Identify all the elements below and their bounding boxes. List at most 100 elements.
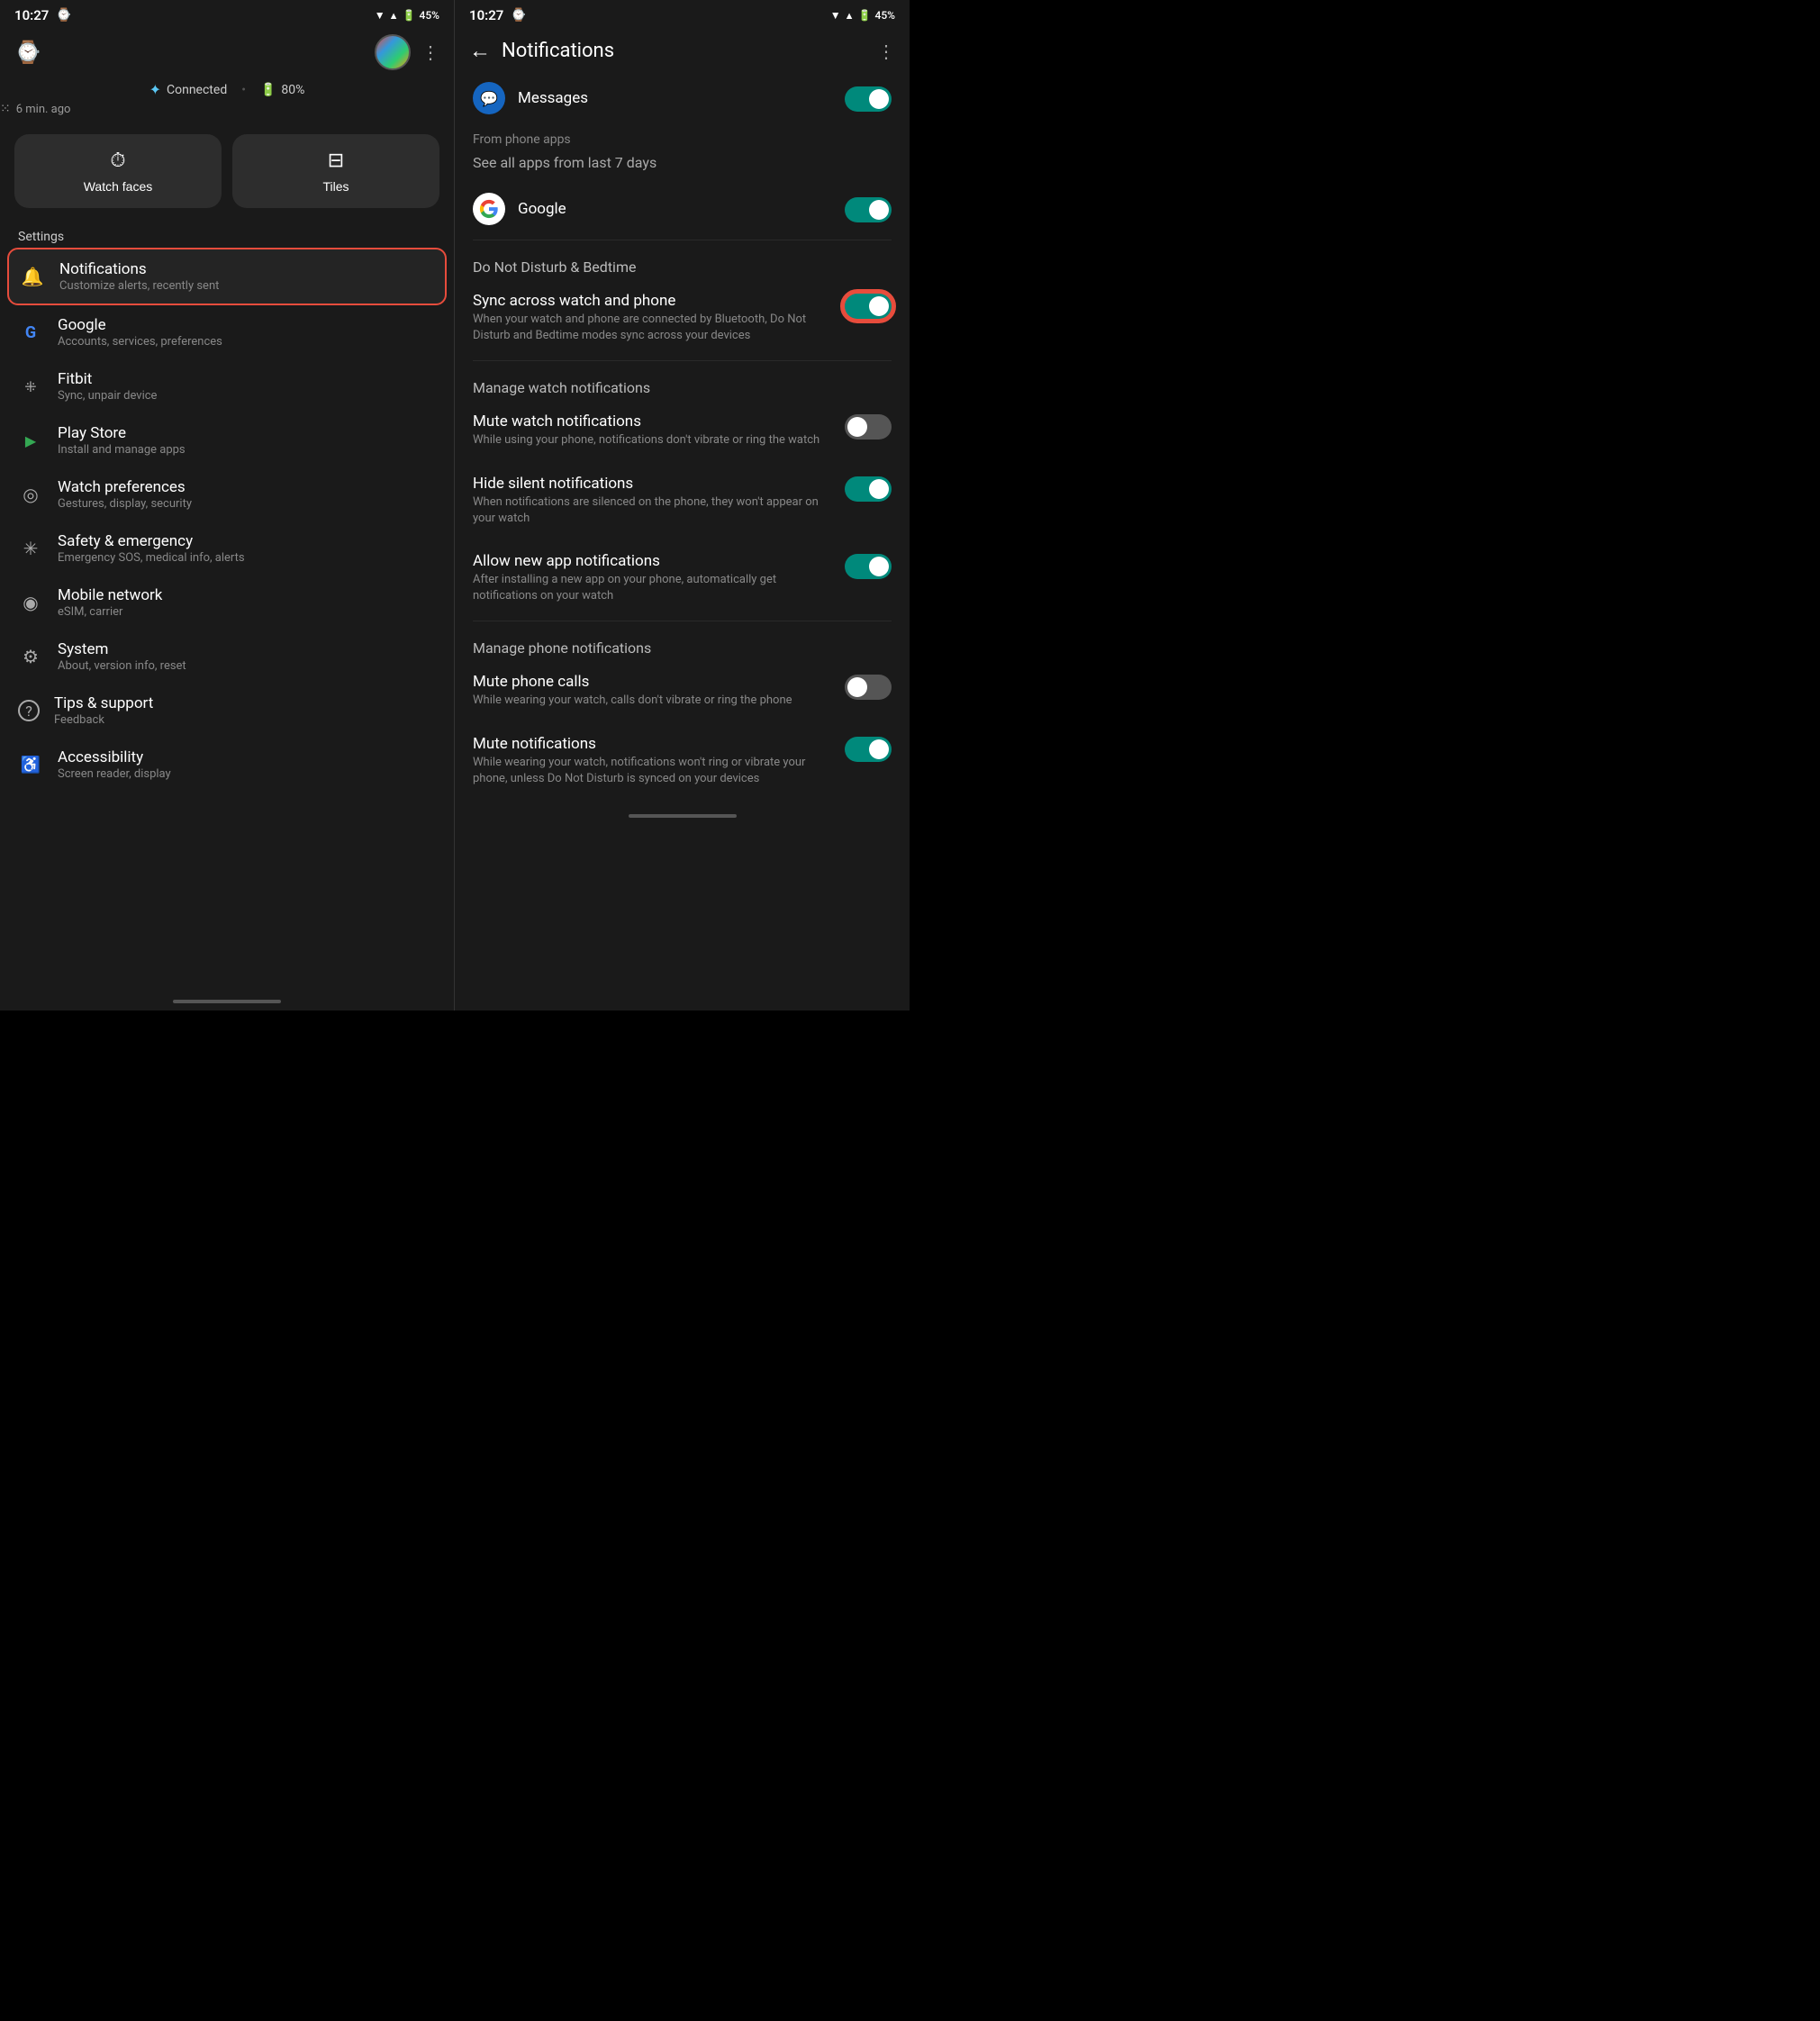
settings-item-google[interactable]: G Google Accounts, services, preferences: [7, 305, 447, 359]
settings-item-play-store[interactable]: ▶ Play Store Install and manage apps: [7, 413, 447, 467]
watch-faces-button[interactable]: ⏱ Watch faces: [14, 134, 222, 208]
bluetooth-icon: ✦: [149, 81, 161, 98]
back-button[interactable]: ← Notifications: [469, 38, 614, 64]
grid-icon: ⁙: [0, 102, 11, 116]
system-subtitle: About, version info, reset: [58, 659, 436, 673]
watch-faces-icon: ⌚: [14, 40, 41, 65]
fitbit-text: Fitbit Sync, unpair device: [58, 370, 436, 403]
left-status-bar: 10:27 ⌚ ▼ ▲ 🔋 45%: [0, 0, 454, 27]
fitbit-title: Fitbit: [58, 370, 436, 388]
google-app-icon: [473, 193, 505, 225]
hide-silent-toggle[interactable]: [845, 476, 892, 502]
left-time: 10:27: [14, 7, 49, 23]
allow-new-app-toggle-container: [845, 552, 892, 579]
watch-preferences-icon: ◎: [18, 482, 43, 507]
mute-watch-subtitle: While using your phone, notifications do…: [473, 432, 834, 449]
tips-title: Tips & support: [54, 694, 436, 712]
from-phone-apps-label: From phone apps: [455, 125, 910, 150]
right-panel: 10:27 ⌚ ▼ ▲ 🔋 45% ← Notifications ⋮ 💬 Me…: [455, 0, 910, 1010]
accessibility-text: Accessibility Screen reader, display: [58, 748, 436, 781]
safety-title: Safety & emergency: [58, 532, 436, 550]
quick-actions: ⏱ Watch faces ⊟ Tiles: [0, 127, 454, 222]
messages-icon-glyph: 💬: [480, 90, 498, 107]
connected-status: ✦ Connected • 🔋 80% ⁙ 6 min. ago: [0, 77, 454, 127]
messages-app-icon: 💬: [473, 82, 505, 114]
settings-item-system[interactable]: ⚙ System About, version info, reset: [7, 630, 447, 684]
mute-calls-toggle[interactable]: [845, 675, 892, 700]
manage-phone-label: Manage phone notifications: [455, 625, 910, 660]
settings-item-tips[interactable]: ? Tips & support Feedback: [7, 684, 447, 738]
play-store-subtitle: Install and manage apps: [58, 443, 436, 457]
fitbit-subtitle: Sync, unpair device: [58, 389, 436, 403]
google-toggle[interactable]: [845, 197, 892, 222]
settings-item-watch-preferences[interactable]: ◎ Watch preferences Gestures, display, s…: [7, 467, 447, 521]
left-status-icons: ▼ ▲ 🔋 45%: [375, 9, 439, 22]
wifi-icon: ▼: [375, 9, 385, 22]
settings-item-accessibility[interactable]: ♿ Accessibility Screen reader, display: [7, 738, 447, 792]
manage-watch-label: Manage watch notifications: [455, 365, 910, 400]
google-subtitle: Accounts, services, preferences: [58, 335, 436, 349]
mute-calls-row[interactable]: Mute phone calls While wearing your watc…: [455, 660, 910, 721]
google-title: Google: [58, 316, 436, 334]
tiles-button[interactable]: ⊟ Tiles: [232, 134, 439, 208]
watch-preferences-title: Watch preferences: [58, 478, 436, 496]
back-arrow-icon: ←: [469, 38, 491, 64]
sync-row[interactable]: Sync across watch and phone When your wa…: [455, 279, 910, 357]
mute-notifs-row[interactable]: Mute notifications While wearing your wa…: [455, 722, 910, 800]
avatar[interactable]: [375, 34, 411, 70]
right-battery-pct: 45%: [875, 9, 895, 22]
system-icon: ⚙: [18, 644, 43, 669]
mute-calls-toggle-container: [845, 673, 892, 700]
google-toggle-thumb: [869, 200, 889, 220]
sync-toggle-container: [845, 292, 892, 319]
signal-icon: ▲: [389, 10, 399, 22]
play-store-icon: ▶: [18, 428, 43, 453]
mute-calls-subtitle: While wearing your watch, calls don't vi…: [473, 693, 834, 709]
mute-calls-toggle-thumb: [847, 677, 867, 697]
messages-toggle[interactable]: [845, 86, 892, 112]
right-watch-icon: ⌚: [511, 8, 526, 23]
battery-watch-icon: 🔋: [260, 83, 276, 97]
sync-toggle[interactable]: [845, 294, 892, 319]
mute-calls-content: Mute phone calls While wearing your watc…: [473, 673, 834, 709]
connected-label: Connected: [167, 83, 227, 97]
hide-silent-subtitle: When notifications are silenced on the p…: [473, 494, 834, 527]
watch-faces-button-icon: ⏱: [110, 149, 125, 172]
settings-item-fitbit[interactable]: ⁜ Fitbit Sync, unpair device: [7, 359, 447, 413]
messages-toggle-container: [845, 85, 892, 112]
settings-item-safety[interactable]: ✳ Safety & emergency Emergency SOS, medi…: [7, 521, 447, 575]
mute-notifs-title: Mute notifications: [473, 735, 834, 753]
see-all-label[interactable]: See all apps from last 7 days: [455, 150, 910, 182]
google-toggle-container: [845, 195, 892, 222]
mute-watch-toggle-thumb: [847, 417, 867, 437]
mute-notifs-toggle[interactable]: [845, 737, 892, 762]
battery-icon: 🔋: [403, 9, 416, 22]
allow-new-app-row[interactable]: Allow new app notifications After instal…: [455, 539, 910, 617]
settings-item-notifications[interactable]: 🔔 Notifications Customize alerts, recent…: [7, 248, 447, 305]
google-app-row[interactable]: Google: [455, 182, 910, 236]
allow-new-app-content: Allow new app notifications After instal…: [473, 552, 834, 604]
accessibility-icon: ♿: [18, 752, 43, 777]
allow-new-app-toggle-thumb: [869, 557, 889, 576]
divider-2: [473, 360, 892, 361]
right-header: ← Notifications ⋮: [455, 27, 910, 71]
settings-item-mobile-network[interactable]: ◉ Mobile network eSIM, carrier: [7, 575, 447, 630]
tips-subtitle: Feedback: [54, 713, 436, 727]
mute-watch-row[interactable]: Mute watch notifications While using you…: [455, 400, 910, 461]
mute-watch-toggle[interactable]: [845, 414, 892, 440]
safety-icon: ✳: [18, 536, 43, 561]
right-more-menu[interactable]: ⋮: [877, 41, 895, 62]
mute-notifs-toggle-container: [845, 735, 892, 762]
google-app-label: Google: [518, 200, 832, 218]
play-store-title: Play Store: [58, 424, 436, 442]
right-wifi-icon: ▼: [830, 9, 841, 22]
do-not-disturb-label: Do Not Disturb & Bedtime: [455, 244, 910, 279]
messages-toggle-thumb: [869, 89, 889, 109]
hide-silent-row[interactable]: Hide silent notifications When notificat…: [455, 462, 910, 539]
allow-new-app-toggle[interactable]: [845, 554, 892, 579]
left-more-menu[interactable]: ⋮: [421, 41, 439, 63]
messages-app-row[interactable]: 💬 Messages: [455, 71, 910, 125]
right-signal-icon: ▲: [845, 10, 855, 22]
accessibility-subtitle: Screen reader, display: [58, 767, 436, 781]
google-text: Google Accounts, services, preferences: [58, 316, 436, 349]
